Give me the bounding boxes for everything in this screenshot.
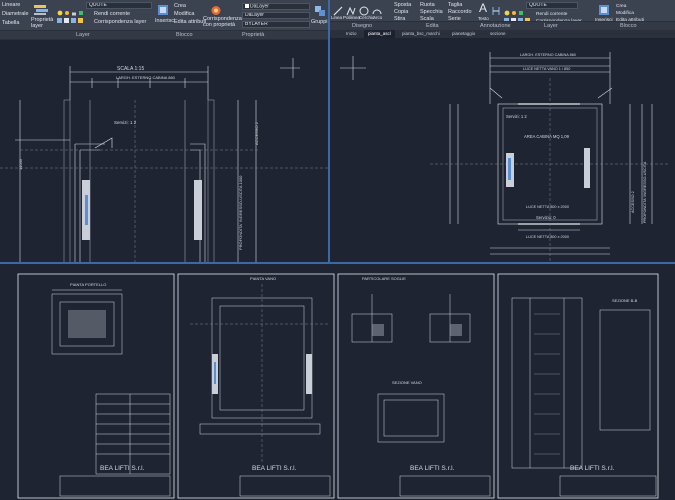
services-label: Servizi: 1 2 — [114, 120, 137, 125]
bulb-icon[interactable] — [504, 3, 510, 9]
sheet1-title: PIANTA PORTELLO — [70, 282, 106, 287]
polyline-tool-icon[interactable] — [346, 3, 356, 13]
sheet2-company: BEA LIFTI S.r.l. — [252, 465, 297, 472]
tab-pianta-ascl[interactable]: pianta_ascl — [364, 30, 395, 38]
lineweight-dropdown[interactable]: BYLAYER — [242, 21, 310, 28]
svg-text:A: A — [479, 1, 487, 14]
access-label: ACCESSO 2 — [254, 121, 259, 145]
door-net-label-1: LUCE NETTA 800 x 2000 — [526, 205, 569, 209]
services-top-label: Servizi: 1 2 — [506, 114, 527, 119]
sheet3-title-2: SEZIONE VANO — [392, 380, 422, 385]
insert-block-icon[interactable] — [157, 3, 169, 15]
match-layer-button[interactable]: Corrispondenza layer — [94, 19, 146, 26]
sun-icon[interactable] — [511, 3, 517, 9]
trim-button[interactable]: Taglia — [448, 2, 462, 9]
arc-tool-icon[interactable] — [372, 3, 382, 13]
properties-layer-icon[interactable] — [33, 3, 49, 15]
insert-block-icon[interactable] — [598, 3, 610, 15]
text-tool-icon[interactable]: A — [478, 1, 490, 14]
fillet-button[interactable]: Raccordo — [448, 9, 472, 16]
insert-button[interactable]: Inserisci — [155, 18, 175, 25]
mirror-button[interactable]: Specchia — [420, 9, 443, 16]
diametral-dimension-button[interactable]: Diametrale — [2, 11, 29, 18]
make-current-button[interactable]: Rendi corrente — [94, 11, 130, 18]
dimension-icon[interactable] — [492, 3, 500, 13]
sheet2-title: PIANTA VANO — [250, 276, 276, 281]
tab-pianetaggio[interactable]: pianetaggio — [448, 30, 479, 38]
viewport-bottom-sheets[interactable]: PIANTA PORTELLO BEA LIFTI S.r.l. PIANTA … — [0, 264, 675, 500]
sun-icon[interactable] — [64, 3, 70, 9]
copy-button[interactable]: Copia — [394, 9, 408, 16]
ribbon-left: Lineare Diametrale Tabella Proprietà lay… — [0, 0, 328, 40]
properties-layer-label: Proprietà layer — [31, 17, 51, 29]
sheet3-company: BEA LIFTI S.r.l. — [410, 465, 455, 472]
services-bottom-label: Servizio: 0 — [536, 215, 556, 220]
viewport-top-left[interactable]: SCALA 1:15 LARGH. ESTERNO CABINA 860 Ser… — [0, 40, 328, 262]
move-button[interactable]: Sposta — [394, 2, 411, 9]
scale-label: SCALA 1:15 — [117, 66, 144, 72]
circle-tool-icon[interactable] — [359, 3, 369, 13]
layer-dropdown[interactable]: QUOTE — [86, 2, 152, 9]
viewport-top-right[interactable]: LARGH. ESTERNO CABINA 860 LUCE NETTA VAN… — [330, 38, 675, 262]
lock-icon[interactable] — [71, 3, 77, 9]
cabin-width-dimension: LARGH. ESTERNO CABINA 860 — [116, 75, 176, 80]
arc-button[interactable]: Arco — [373, 14, 382, 21]
panel-layer-title[interactable]: Layer — [76, 31, 90, 40]
color-icon[interactable] — [78, 3, 84, 9]
make-current-button-right[interactable]: Rendi corrente — [536, 11, 567, 18]
door-net-label-2: LUCE NETTA 800 x 2000 — [526, 235, 569, 239]
sheet3-title-1: PARTICOLARE SOGLIE — [362, 276, 406, 281]
linetype-dropdown[interactable]: DaLayer — [242, 12, 310, 19]
line-tool-icon[interactable] — [333, 3, 343, 13]
tab-start[interactable]: Inizio — [342, 30, 361, 38]
match-properties-label: Corrispondenza con proprietà — [203, 16, 239, 28]
rotate-button[interactable]: Ruota — [420, 2, 435, 9]
modify-block-button[interactable]: Modifica — [174, 11, 194, 18]
sheet4-title: SEZIONE B-B — [612, 298, 638, 303]
left-dimension-label: 14045 — [18, 158, 23, 170]
layer-tools-icon[interactable] — [57, 12, 97, 20]
group-icon[interactable] — [314, 4, 326, 16]
layer-tools-icon[interactable] — [504, 12, 534, 20]
cabin-width-dimension-right: LARGH. ESTERNO CABINA 860 — [520, 53, 576, 57]
access-label-right: ACCESSO 2 — [631, 191, 635, 213]
line-button[interactable]: Linea — [331, 14, 342, 21]
tab-sezione[interactable]: sezione — [486, 30, 510, 38]
depth-label-right: PROFONDITA' INGRESSO-USCITA — [643, 161, 647, 223]
linear-dimension-button[interactable]: Lineare — [2, 2, 20, 9]
color-dropdown[interactable]: DaLayer — [242, 3, 310, 10]
panel-block-title[interactable]: Blocco — [176, 31, 193, 40]
bulb-icon[interactable] — [57, 3, 63, 9]
table-button[interactable]: Tabella — [2, 20, 19, 27]
create-block-button[interactable]: Crea — [174, 3, 186, 10]
layer-dropdown-right[interactable]: QUOTE — [526, 2, 578, 9]
color-icon[interactable] — [518, 3, 524, 9]
depth-dimension-label: PROFONDITA' INGRESSO-USCITA 1000 — [238, 175, 243, 250]
modify-block-button-right[interactable]: Modifica — [616, 10, 634, 17]
edit-attributes-button[interactable]: Edita attributi — [174, 19, 206, 26]
cabin-plan-detail-drawing: LARGH. ESTERNO CABINA 860 LUCE NETTA VAN… — [330, 38, 675, 262]
create-block-button-right[interactable]: Crea — [616, 3, 626, 10]
sheet-layouts-drawing: PIANTA PORTELLO BEA LIFTI S.r.l. PIANTA … — [0, 264, 675, 500]
polyline-button[interactable]: Polilinea — [343, 14, 360, 21]
sheet1-company: BEA LIFTI S.r.l. — [100, 465, 145, 472]
sheet4-company: BEA LIFTI S.r.l. — [570, 465, 615, 472]
cabin-area-label: AREA CABINA MQ 1,09 — [524, 134, 570, 139]
net-width-dimension: LUCE NETTA VANO 1 / 850 — [523, 67, 570, 71]
document-tabs: Inizio pianta_ascl pianta_bsc_marchi pia… — [330, 30, 675, 38]
groups-button[interactable]: Gruppi — [311, 19, 328, 26]
match-properties-icon[interactable] — [210, 3, 222, 14]
cabin-plan-drawing: SCALA 1:15 LARGH. ESTERNO CABINA 860 Ser… — [0, 40, 328, 262]
ribbon-right-panel-titles: Disegno Edita Annotazione Layer Blocco — [330, 21, 675, 30]
panel-properties-title[interactable]: Proprietà — [242, 31, 264, 40]
ribbon-left-panel-titles: Layer Blocco Proprietà — [0, 30, 328, 39]
tab-pianta-bsc-marchi[interactable]: pianta_bsc_marchi — [398, 30, 444, 38]
